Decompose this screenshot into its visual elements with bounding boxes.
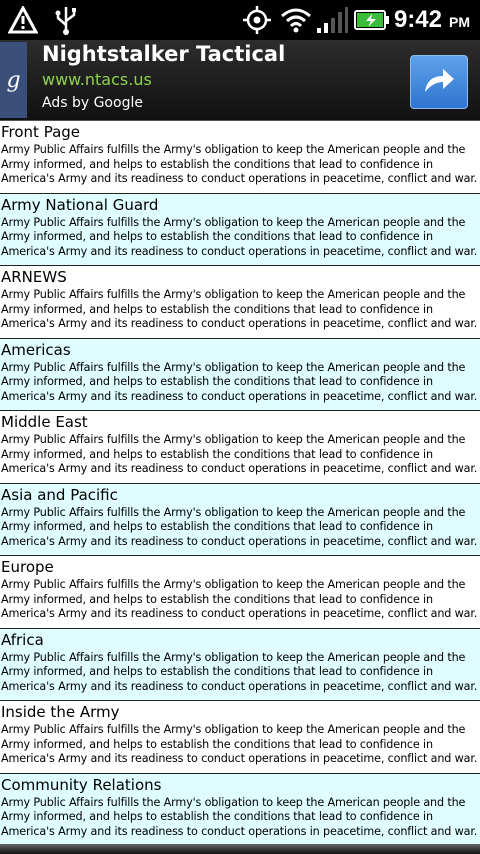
item-title: Asia and Pacific [1,485,118,504]
wifi-icon [280,4,312,36]
news-section-list: Front Page Army Public Affairs fulfills … [0,121,480,846]
signal-icon [316,4,348,36]
status-bar: 9:42 PM [0,0,480,40]
item-description: Army Public Affairs fulfills the Army's … [1,578,478,620]
list-item[interactable]: Front Page Army Public Affairs fulfills … [0,121,480,194]
list-item[interactable]: Americas Army Public Affairs fulfills th… [0,338,480,411]
ads-by-google-label: Ads by Google [42,95,143,111]
ad-banner[interactable]: g Nightstalker Tactical www.ntacs.us Ads… [0,40,480,121]
gps-icon [242,4,272,36]
list-item[interactable]: Army National Guard Army Public Affairs … [0,193,480,266]
battery-icon [354,4,390,36]
item-title: Americas [1,340,71,359]
list-item[interactable]: Inside the Army Army Public Affairs fulf… [0,701,480,774]
item-description: Army Public Affairs fulfills the Army's … [1,433,478,475]
list-item[interactable]: Europe Army Public Affairs fulfills the … [0,556,480,629]
ad-url[interactable]: www.ntacs.us [42,70,152,89]
item-title: Europe [1,558,54,576]
list-item[interactable]: Community Relations Army Public Affairs … [0,773,480,846]
list-item[interactable]: ARNEWS Army Public Affairs fulfills the … [0,266,480,339]
item-title: Army National Guard [1,195,159,214]
ad-title[interactable]: Nightstalker Tactical [42,42,285,66]
item-description: Army Public Affairs fulfills the Army's … [1,215,478,258]
bottom-edge-shadow [0,844,480,854]
item-description: Army Public Affairs fulfills the Army's … [1,723,478,765]
item-title: Community Relations [1,775,162,794]
clock-time: 9:42 [393,6,442,33]
item-description: Army Public Affairs fulfills the Army's … [1,650,478,693]
list-item[interactable]: Africa Army Public Affairs fulfills the … [0,628,480,701]
item-title: Middle East [1,413,88,431]
clock-ampm: PM [449,14,470,30]
item-description: Army Public Affairs fulfills the Army's … [1,360,478,403]
item-description: Army Public Affairs fulfills the Army's … [1,143,478,185]
share-arrow-icon [421,64,457,100]
item-description: Army Public Affairs fulfills the Army's … [1,505,478,548]
item-title: Front Page [1,123,81,141]
warning-icon [8,4,38,36]
item-title: ARNEWS [1,268,67,286]
item-title: Inside the Army [1,703,120,721]
ad-open-button[interactable] [410,55,468,109]
item-description: Army Public Affairs fulfills the Army's … [1,288,478,330]
item-description: Army Public Affairs fulfills the Army's … [1,795,478,838]
google-badge-icon: g [0,42,27,118]
list-item[interactable]: Asia and Pacific Army Public Affairs ful… [0,483,480,556]
usb-icon [54,4,78,36]
list-item[interactable]: Middle East Army Public Affairs fulfills… [0,411,480,484]
item-title: Africa [1,630,44,649]
